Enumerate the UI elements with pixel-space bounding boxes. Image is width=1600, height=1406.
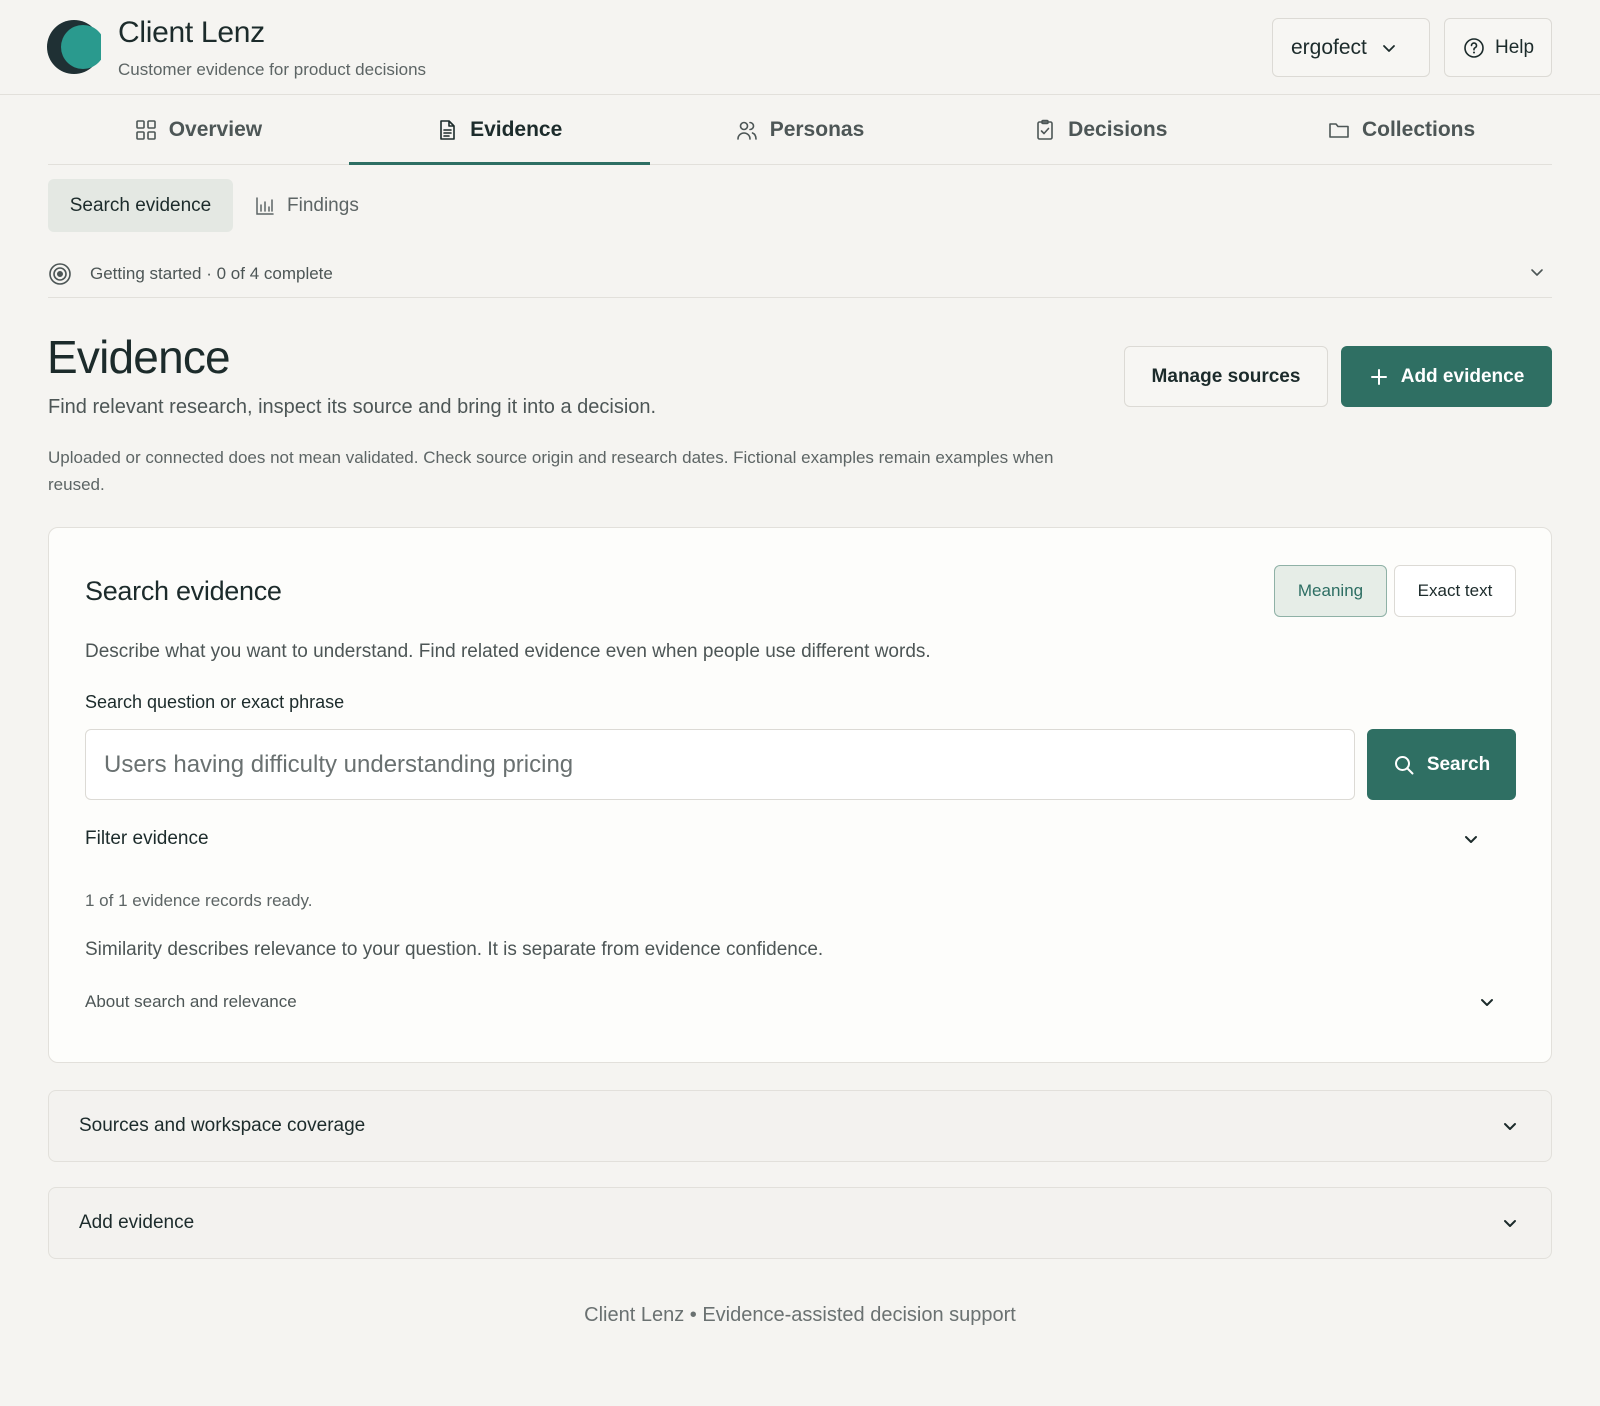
search-card-title: Search evidence [85, 576, 282, 606]
subtab-search-evidence[interactable]: Search evidence [48, 179, 233, 232]
tab-evidence[interactable]: Evidence [348, 95, 650, 165]
search-button[interactable]: Search [1367, 729, 1516, 800]
subtab-findings[interactable]: Findings [255, 179, 359, 232]
records-ready-text: 1 of 1 evidence records ready. [85, 891, 313, 910]
chevron-down-icon [1501, 1214, 1519, 1232]
page-title: Evidence [47, 331, 231, 383]
similarity-note: Similarity describes relevance to your q… [85, 939, 824, 960]
sources-coverage-panel[interactable]: Sources and workspace coverage [48, 1090, 1552, 1162]
search-description: Describe what you want to understand. Fi… [85, 641, 931, 662]
search-input[interactable] [85, 729, 1355, 800]
mode-exact-text-button[interactable]: Exact text [1394, 565, 1516, 617]
tab-collections-label: Collections [1361, 117, 1476, 141]
bar-chart-icon [255, 196, 275, 216]
search-icon [1393, 754, 1415, 776]
add-evidence-button[interactable]: Add evidence [1341, 346, 1552, 407]
page-subtitle: Find relevant research, inspect its sour… [48, 396, 657, 418]
workspace-name: ergofect [1291, 35, 1367, 59]
tab-overview-label: Overview [168, 117, 263, 141]
filter-evidence-label: Filter evidence [85, 828, 209, 849]
help-circle-icon [1463, 37, 1485, 59]
tab-personas-label: Personas [769, 117, 865, 141]
about-search-label: About search and relevance [85, 992, 297, 1011]
filter-evidence-toggle[interactable]: Filter evidence [85, 818, 1480, 860]
add-evidence-label: Add evidence [1400, 365, 1525, 387]
tab-decisions[interactable]: Decisions [950, 95, 1251, 164]
chevron-down-icon [1381, 40, 1397, 56]
sources-coverage-label: Sources and workspace coverage [79, 1115, 366, 1136]
mode-meaning-button[interactable]: Meaning [1274, 565, 1387, 617]
folder-icon [1328, 119, 1350, 141]
client-lenz-logo-icon [47, 20, 101, 74]
search-button-label: Search [1426, 753, 1491, 775]
tab-collections[interactable]: Collections [1251, 95, 1552, 164]
clipboard-check-icon [1034, 119, 1056, 141]
workspace-selector[interactable]: ergofect [1272, 18, 1430, 77]
tab-evidence-label: Evidence [470, 117, 563, 141]
search-field-label: Search question or exact phrase [85, 692, 345, 712]
subtab-findings-label: Findings [287, 194, 359, 216]
tab-overview[interactable]: Overview [48, 95, 349, 164]
target-icon [48, 262, 72, 286]
getting-started-label: Getting started · 0 of 4 complete [90, 263, 333, 283]
app-subtitle: Customer evidence for product decisions [118, 60, 427, 79]
about-search-toggle[interactable]: About search and relevance [85, 983, 1496, 1021]
help-button[interactable]: Help [1444, 18, 1552, 77]
manage-sources-button[interactable]: Manage sources [1124, 346, 1328, 407]
getting-started-bar[interactable]: Getting started · 0 of 4 complete [48, 250, 1552, 298]
tab-decisions-label: Decisions [1068, 117, 1168, 141]
chevron-down-icon [1501, 1117, 1519, 1135]
validation-note: Uploaded or connected does not mean vali… [48, 448, 1054, 494]
app-header: Client Lenz Customer evidence for produc… [0, 0, 1600, 95]
add-evidence-panel[interactable]: Add evidence [48, 1187, 1552, 1259]
chevron-down-icon [1462, 830, 1480, 848]
plus-icon [1369, 367, 1389, 387]
chevron-down-icon [1528, 263, 1546, 281]
help-label: Help [1495, 36, 1535, 58]
document-icon [436, 119, 458, 141]
chevron-down-icon [1478, 993, 1496, 1011]
app-title: Client Lenz [118, 16, 265, 49]
search-evidence-card: Search evidence Meaning Exact text Descr… [48, 527, 1552, 1063]
main-nav: Overview Evidence Personas Decisions Col… [48, 95, 1552, 165]
tab-personas[interactable]: Personas [650, 95, 951, 164]
add-evidence-panel-label: Add evidence [79, 1212, 195, 1233]
users-icon [736, 119, 758, 141]
footer-text: Client Lenz • Evidence-assisted decision… [584, 1304, 1016, 1326]
grid-icon [135, 119, 157, 141]
